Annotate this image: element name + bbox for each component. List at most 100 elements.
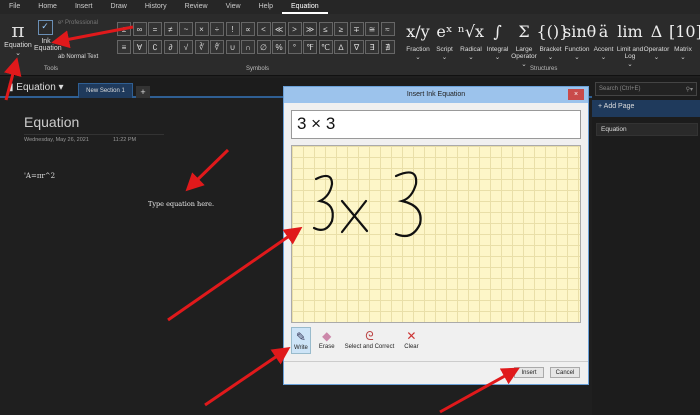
professional-button[interactable]: eˣ Professional	[58, 20, 98, 26]
equation-placeholder[interactable]: Type equation here.	[148, 200, 214, 208]
formula-text[interactable]: 'A=πr^2	[24, 172, 55, 180]
tab-help[interactable]: Help	[250, 0, 282, 14]
structure-script-button[interactable]: eˣ Script ⌄	[431, 18, 459, 61]
symbol-button[interactable]: ∝	[241, 22, 255, 36]
page-time: 11:22 PM	[113, 137, 137, 143]
structure-operator-button[interactable]: Δ Operator ⌄	[643, 18, 671, 61]
tab-home[interactable]: Home	[29, 0, 66, 14]
symbol-button[interactable]: √	[179, 40, 193, 54]
tab-insert[interactable]: Insert	[66, 0, 102, 14]
symbol-button[interactable]: ∛	[194, 40, 209, 54]
erase-icon: ◆	[322, 329, 332, 343]
symbol-button[interactable]: ∓	[349, 22, 364, 36]
symbol-button[interactable]: ∆	[334, 40, 348, 54]
symbol-button[interactable]: ∇	[349, 40, 364, 54]
symbol-button[interactable]: ~	[179, 22, 193, 36]
structure-icon: ∫	[493, 22, 502, 41]
equation-button[interactable]: π Equation ⌄	[4, 18, 32, 57]
tool-write-button[interactable]: ✎ Write	[291, 327, 311, 354]
symbol-button[interactable]: ÷	[210, 22, 224, 36]
symbol-button[interactable]: ∄	[380, 40, 395, 54]
page-date: Wednesday, May 26, 2021	[24, 137, 89, 143]
symbol-button[interactable]: ≪	[272, 22, 286, 36]
structure-icon: ⁿ√x	[457, 22, 485, 41]
structure-fraction-button[interactable]: x/y Fraction ⌄	[404, 18, 432, 61]
tab-view[interactable]: View	[217, 0, 250, 14]
ink-canvas[interactable]	[291, 145, 581, 323]
tab-new-section-1[interactable]: New Section 1	[78, 83, 133, 98]
symbol-button[interactable]: ∜	[210, 40, 224, 54]
symbol-button[interactable]: ∪	[225, 40, 240, 54]
symbol-button[interactable]: ∂	[163, 40, 178, 54]
structure-icon: x/y	[406, 22, 430, 41]
structure-radical-button[interactable]: ⁿ√x Radical ⌄	[457, 18, 485, 61]
structure-matrix-button[interactable]: [10] Matrix ⌄	[669, 18, 700, 61]
normal-text-button[interactable]: ab Normal Text	[58, 54, 98, 60]
ink-equation-button[interactable]: ✓ Ink Equation	[34, 20, 62, 52]
symbol-button[interactable]: %	[272, 40, 286, 54]
symbol-button[interactable]: ≈	[380, 22, 395, 36]
symbol-button[interactable]: =	[148, 22, 162, 36]
tab-file[interactable]: File	[0, 0, 29, 14]
clear-icon: ✕	[406, 329, 417, 343]
symbol-button[interactable]: ℃	[318, 40, 333, 54]
symbol-button[interactable]: °	[287, 40, 302, 54]
symbol-button[interactable]: ×	[194, 22, 209, 36]
arrow	[167, 226, 303, 322]
structure-function-button[interactable]: sinθ Function ⌄	[563, 18, 597, 61]
handwritten-ink	[312, 171, 422, 238]
recognized-equation-preview: 3 × 3	[291, 110, 581, 139]
ribbon: π Equation ⌄ ✓ Ink Equation eˣ Profession…	[0, 14, 700, 76]
page-item-equation[interactable]: Equation	[596, 123, 698, 136]
symbol-button[interactable]: ±	[117, 22, 131, 36]
insert-button[interactable]: Insert	[514, 367, 544, 378]
page-title[interactable]: Equation	[24, 114, 79, 130]
symbol-button[interactable]: ≫	[303, 22, 317, 36]
symbol-button[interactable]: !	[225, 22, 240, 36]
arrow	[204, 346, 291, 407]
equation-label: Equation	[4, 42, 32, 49]
symbol-button[interactable]: ≡	[117, 40, 131, 54]
symbol-button[interactable]: ∅	[256, 40, 271, 54]
symbol-button[interactable]: ∀	[132, 40, 147, 54]
structure-accent-button[interactable]: ä Accent ⌄	[590, 18, 618, 61]
symbol-button[interactable]: ≥	[334, 22, 348, 36]
structure-icon: Δ	[650, 22, 663, 41]
symbol-button[interactable]: ℉	[303, 40, 317, 54]
tab-draw[interactable]: Draw	[101, 0, 135, 14]
symbol-button[interactable]: <	[256, 22, 271, 36]
tool-clear-button[interactable]: ✕ Clear	[402, 327, 420, 354]
structure-icon: [10]	[669, 22, 700, 41]
tab-review[interactable]: Review	[176, 0, 217, 14]
symbol-button[interactable]: ≤	[318, 22, 333, 36]
tool-erase-button[interactable]: ◆ Erase	[317, 327, 337, 354]
add-section-button[interactable]: +	[136, 86, 150, 98]
structure-limit-and-log-button[interactable]: lim Limit and Log ⌄	[616, 18, 644, 68]
symbol-button[interactable]: ∃	[365, 40, 379, 54]
structure-bracket-button[interactable]: {()} Bracket ⌄	[537, 18, 570, 61]
structure-large-operator-button[interactable]: Σ Large Operator ⌄	[510, 18, 538, 68]
structures-group-label: Structures	[530, 66, 558, 72]
tab-history[interactable]: History	[136, 0, 176, 14]
structure-icon: sinθ	[563, 22, 597, 41]
structure-integral-button[interactable]: ∫ Integral ⌄	[484, 18, 512, 61]
symbol-button[interactable]: ≠	[163, 22, 178, 36]
tool-select-and-correct-button[interactable]: ᘓ Select and Correct	[343, 327, 397, 354]
symbol-button[interactable]: ∁	[148, 40, 162, 54]
add-page-button[interactable]: + Add Page	[592, 100, 700, 117]
pi-icon: π	[11, 18, 25, 42]
tools-group-label: Tools	[44, 66, 59, 72]
tab-equation[interactable]: Equation	[282, 0, 328, 14]
search-input[interactable]: Search (Ctrl+E) ⚲▾	[595, 82, 697, 96]
ribbon-tabs: File Home Insert Draw History Review Vie…	[0, 0, 700, 14]
structure-icon: Σ	[518, 22, 530, 41]
symbol-button[interactable]: ∩	[241, 40, 255, 54]
ink-equation-icon: ✓	[37, 20, 53, 35]
symbol-button[interactable]: >	[287, 22, 302, 36]
symbol-button[interactable]: ≅	[365, 22, 379, 36]
close-button[interactable]: ×	[568, 89, 584, 100]
symbol-button[interactable]: ∞	[132, 22, 147, 36]
notebook-selector[interactable]: ▮ Equation ▾	[8, 82, 64, 93]
structure-icon: eˣ	[436, 22, 453, 41]
cancel-button[interactable]: Cancel	[550, 367, 580, 378]
